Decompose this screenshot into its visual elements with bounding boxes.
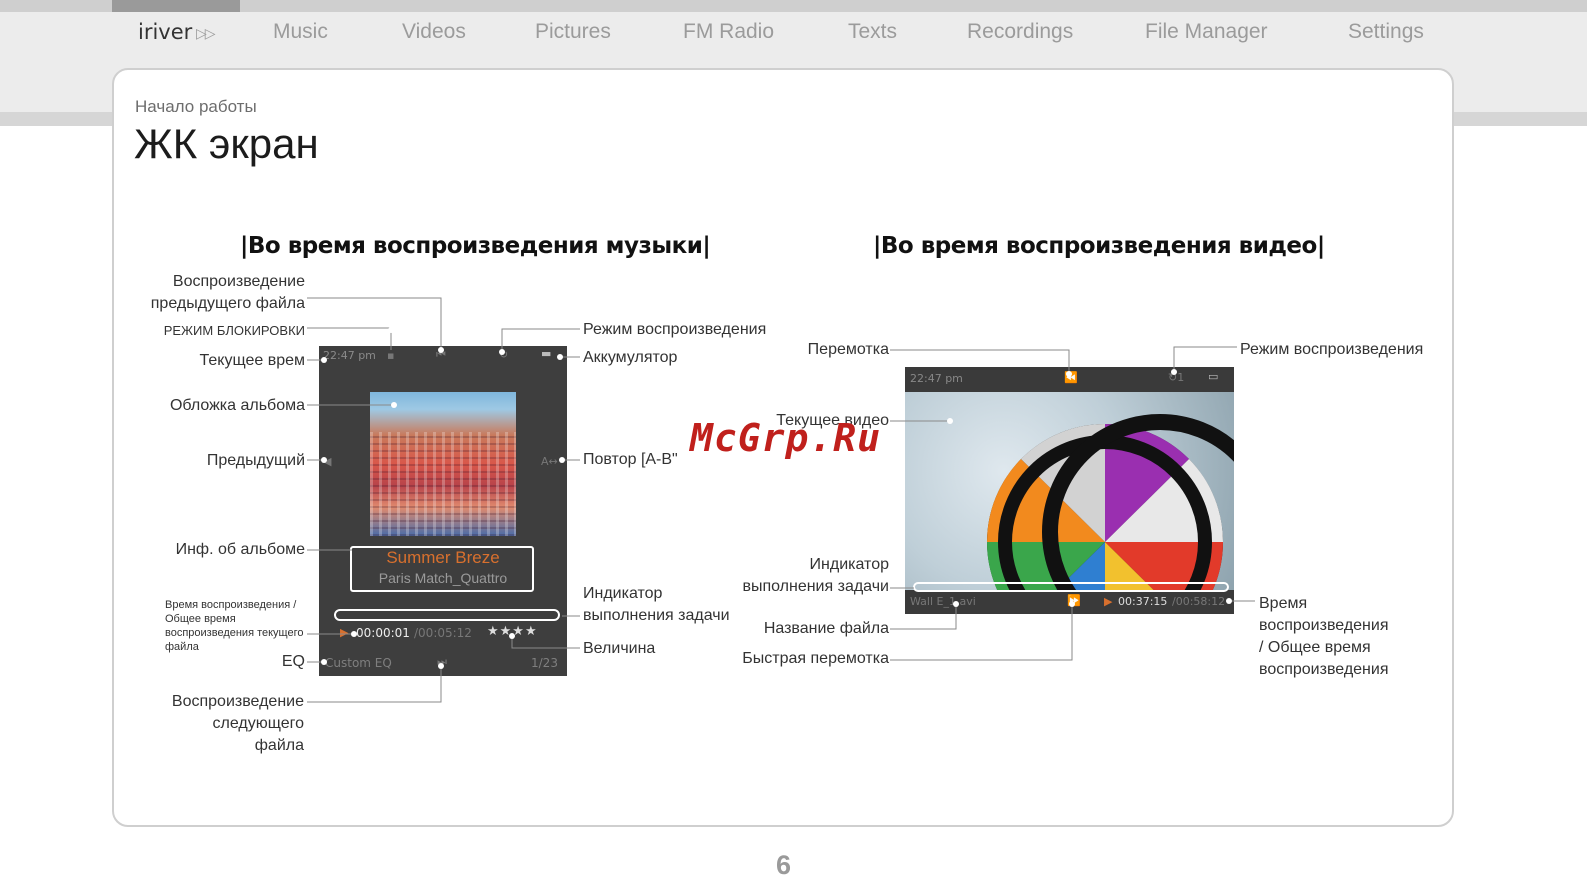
label-fast-forward: Быстрая перемотка [742,650,889,667]
label-repeat-ab: Повтор [A-B" [583,451,678,468]
label-next-file: Воспроизведение следующего файла [171,693,304,754]
label-album-art: Обложка альбома [169,397,305,414]
label-video-play-time: Время воспроизведения / Общее время восп… [1259,595,1389,678]
label-eq: EQ [281,653,305,670]
page-number: 6 [776,850,792,880]
label-video-progress: Индикатор выполнения задачи [742,556,889,595]
label-play-time: Время воспроизведения / Общее время восп… [165,599,304,653]
watermark: McGrp.Ru [690,416,882,460]
label-progress: Индикатор выполнения задачи [583,585,730,624]
label-rating: Величина [583,640,656,657]
label-prev-file: Воспроизведение предыдущего файла [150,273,305,312]
label-current-time: Текущее врем [199,352,305,369]
label-video-play-mode: Режим воспроизведения [1240,341,1424,358]
label-rewind: Перемотка [807,341,889,358]
label-battery: Аккумулятор [583,349,678,366]
label-lock-mode: РЕЖИМ БЛОКИРОВКИ [163,323,305,338]
label-previous: Предыдущий [206,452,305,469]
label-play-mode: Режим воспроизведения [583,321,767,338]
label-album-info: Инф. об альбоме [175,541,305,558]
label-file-name: Название файла [763,620,889,637]
